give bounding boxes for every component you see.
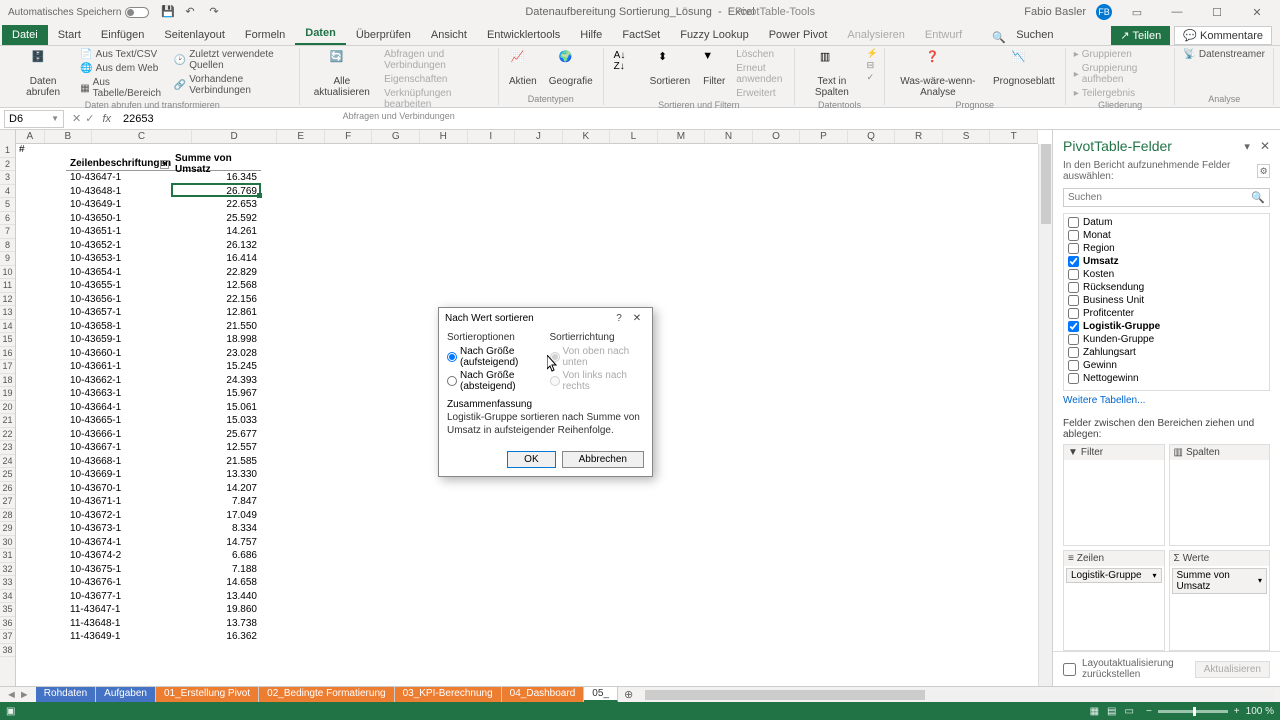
sort-descending-radio[interactable]: Nach Größe (absteigend) (447, 369, 542, 393)
modal-overlay: Nach Wert sortieren ? ✕ Sortieroptionen … (0, 0, 1280, 720)
sort-direction-label: Sortierrichtung (550, 332, 645, 343)
sort-options-label: Sortieroptionen (447, 332, 542, 343)
dialog-help-icon[interactable]: ? (610, 313, 628, 324)
summary-label: Zusammenfassung (447, 399, 644, 410)
ok-button[interactable]: OK (507, 451, 555, 468)
dialog-title: Nach Wert sortieren (445, 313, 610, 324)
cancel-button[interactable]: Abbrechen (562, 451, 644, 468)
left-to-right-radio: Von links nach rechts (550, 369, 645, 393)
dialog-close-icon[interactable]: ✕ (628, 313, 646, 324)
sort-ascending-radio[interactable]: Nach Größe (aufsteigend) (447, 345, 542, 369)
summary-text: Logistik-Gruppe sortieren nach Summe von… (447, 412, 644, 437)
sort-dialog: Nach Wert sortieren ? ✕ Sortieroptionen … (438, 307, 653, 477)
top-to-bottom-radio: Von oben nach unten (550, 345, 645, 369)
